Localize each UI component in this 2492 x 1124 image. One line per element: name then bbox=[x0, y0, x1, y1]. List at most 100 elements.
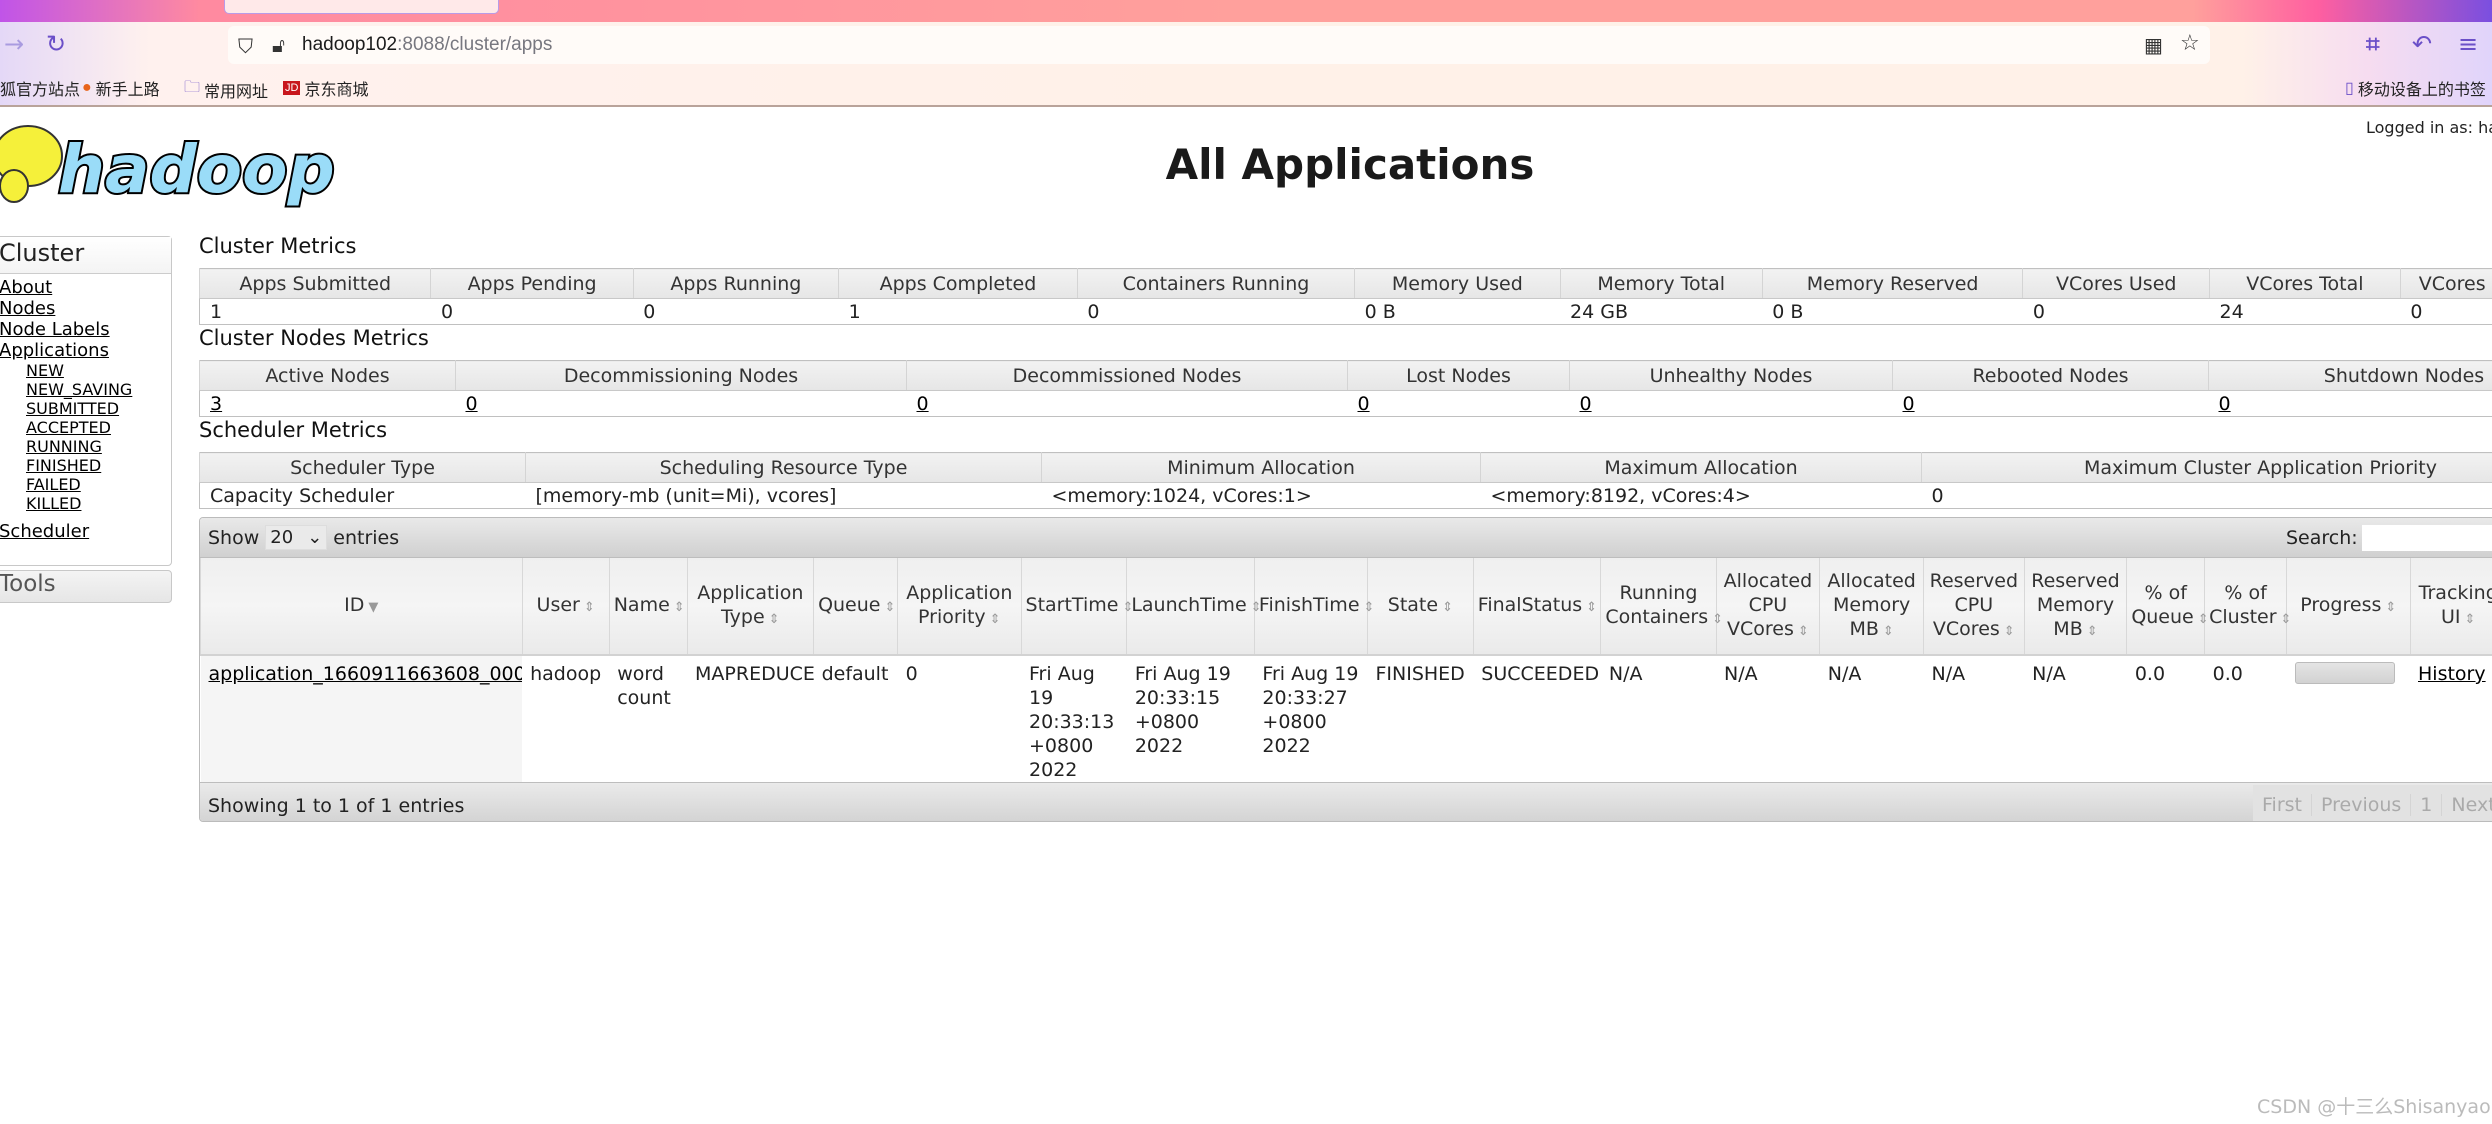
reload-icon[interactable]: ↻ bbox=[46, 30, 66, 58]
bookmark-item[interactable]: JD 京东商城 bbox=[283, 76, 368, 100]
column-header-launchtime[interactable]: LaunchTime ⇕ bbox=[1126, 558, 1262, 656]
column-header-label: Running Containers bbox=[1605, 581, 1709, 628]
column-header: Shutdown Nodes bbox=[2208, 360, 2492, 391]
cell-pct-cluster: 0.0 bbox=[2212, 663, 2243, 685]
insecure-lock-icon[interactable]: 🔓︎ bbox=[272, 33, 285, 57]
column-header-application-priority[interactable]: Application Priority ⇕ bbox=[897, 558, 1022, 656]
metric-link[interactable]: 0 bbox=[1358, 393, 1370, 415]
scheduler-metrics-table: Scheduler Type Scheduling Resource Type Mi… bbox=[199, 452, 2492, 509]
qr-code-icon[interactable]: ▦ bbox=[2144, 33, 2163, 57]
jd-icon: JD bbox=[283, 81, 301, 95]
column-header-reserved-cpu-vcores[interactable]: Reserved CPU VCores ⇕ bbox=[1923, 558, 2025, 656]
column-header-running-containers[interactable]: Running Containers ⇕ bbox=[1600, 558, 1723, 656]
search-input[interactable] bbox=[2361, 525, 2492, 551]
bookmark-item[interactable]: 🗀︎ 常用网址 bbox=[184, 76, 268, 103]
column-header-finishtime[interactable]: FinishTime ⇕ bbox=[1253, 558, 1374, 656]
column-header-label: Name bbox=[613, 593, 670, 616]
sidebar-link-nodes[interactable]: Nodes bbox=[0, 298, 171, 319]
column-header-finalstatus[interactable]: FinalStatus ⇕ bbox=[1472, 558, 1601, 656]
sidebar-heading-cluster[interactable]: Cluster bbox=[0, 237, 171, 274]
metric-link[interactable]: 0 bbox=[917, 393, 929, 415]
application-id-link[interactable]: application_1660911663608_0003 bbox=[209, 663, 523, 685]
column-header: Apps Submitted bbox=[198, 268, 431, 299]
column-header-starttime[interactable]: StartTime ⇕ bbox=[1020, 558, 1133, 656]
pager-previous[interactable]: Previous bbox=[2312, 794, 2412, 816]
pager-first[interactable]: First bbox=[2253, 794, 2312, 816]
url-text[interactable]: hadoop102:8088/cluster/apps bbox=[302, 34, 552, 56]
metric-link[interactable]: 0 bbox=[1580, 393, 1592, 415]
sidebar-state-submitted[interactable]: SUBMITTED bbox=[0, 399, 171, 418]
back-icon[interactable]: → bbox=[4, 30, 24, 58]
sort-icon: ⇕ bbox=[2385, 599, 2397, 615]
sidebar-link-node-labels[interactable]: Node Labels bbox=[0, 319, 171, 340]
sidebar-state-new_saving[interactable]: NEW_SAVING bbox=[0, 380, 171, 399]
metric-value: <memory:1024, vCores:1> bbox=[1051, 484, 1312, 507]
sidebar-state-failed[interactable]: FAILED bbox=[0, 475, 171, 494]
sidebar-link-scheduler[interactable]: Scheduler bbox=[0, 521, 171, 542]
table-row: application_1660911663608_0003 hadoop word… bbox=[200, 655, 2492, 782]
sort-icon: ⇕ bbox=[768, 611, 780, 627]
tracking-ui-link[interactable]: History bbox=[2418, 663, 2486, 685]
screenshot-crop-icon[interactable]: ⌗ bbox=[2366, 30, 2380, 58]
bookmark-item[interactable]: 狐官方站点 bbox=[0, 76, 80, 100]
sidebar-heading-tools[interactable]: Tools bbox=[0, 570, 172, 603]
column-header-state[interactable]: State ⇕ bbox=[1366, 558, 1474, 656]
column-header-allocated-memory-mb[interactable]: Allocated Memory MB ⇕ bbox=[1819, 558, 1924, 656]
metric-value: 0 B bbox=[1364, 300, 1396, 323]
metric-link[interactable]: 0 bbox=[466, 393, 478, 415]
column-header-reserved-memory-mb[interactable]: Reserved Memory MB ⇕ bbox=[2023, 558, 2127, 656]
sidebar-state-running[interactable]: RUNNING bbox=[0, 437, 171, 456]
column-header-label: State bbox=[1387, 593, 1439, 616]
browser-tab[interactable] bbox=[224, 0, 499, 14]
sidebar-state-new[interactable]: NEW bbox=[0, 361, 171, 380]
metric-link[interactable]: 3 bbox=[210, 393, 222, 415]
menu-icon[interactable]: ≡ bbox=[2458, 30, 2478, 58]
metric-link[interactable]: 0 bbox=[2219, 393, 2231, 415]
column-header--of-cluster[interactable]: % of Cluster ⇕ bbox=[2204, 558, 2291, 656]
sort-icon: ⇕ bbox=[1586, 599, 1598, 615]
sidebar-state-finished[interactable]: FINISHED bbox=[0, 456, 171, 475]
metric-link[interactable]: 0 bbox=[1903, 393, 1915, 415]
mobile-bookmarks[interactable]: ▯ 移动设备上的书签 bbox=[2345, 76, 2486, 100]
bookmark-label: 京东商城 bbox=[304, 82, 369, 99]
column-header-allocated-cpu-vcores[interactable]: Allocated CPU VCores ⇕ bbox=[1715, 558, 1820, 656]
sidebar-link-applications[interactable]: Applications bbox=[0, 340, 171, 361]
column-header-user[interactable]: User ⇕ bbox=[521, 558, 610, 656]
page-length-select[interactable]: 20 ⌄ bbox=[265, 525, 328, 550]
bookmark-item[interactable]: ● 新手上路 bbox=[82, 76, 160, 100]
column-header-label: Tracking UI bbox=[2418, 581, 2492, 628]
column-header: Decommissioning Nodes bbox=[455, 360, 907, 391]
pager-next[interactable]: Next bbox=[2442, 794, 2492, 816]
column-header: Decommissioned Nodes bbox=[906, 360, 1348, 391]
column-header-tracking-ui[interactable]: Tracking UI ⇕ bbox=[2409, 558, 2492, 656]
column-header-application-type[interactable]: Application Type ⇕ bbox=[686, 558, 814, 656]
firefox-icon: ● bbox=[82, 79, 92, 96]
sidebar-state-killed[interactable]: KILLED bbox=[0, 494, 171, 513]
folder-icon: 🗀︎ bbox=[184, 79, 201, 96]
metric-value: [memory-mb (unit=Mi), vcores] bbox=[535, 484, 837, 507]
header-row: Active Nodes Decommissioning Nodes Decommi… bbox=[199, 360, 2492, 391]
column-header--of-queue[interactable]: % of Queue ⇕ bbox=[2126, 558, 2209, 656]
sidebar-state-accepted[interactable]: ACCEPTED bbox=[0, 418, 171, 437]
column-header-queue[interactable]: Queue ⇕ bbox=[813, 558, 898, 656]
page-title: All Applications bbox=[1165, 140, 1535, 189]
cell-user: hadoop bbox=[530, 663, 602, 685]
column-header-label: ID bbox=[344, 593, 365, 616]
logged-in-user: Logged in as: ha bbox=[2366, 118, 2492, 137]
star-icon[interactable]: ☆ bbox=[2180, 31, 2200, 56]
pager-1[interactable]: 1 bbox=[2411, 794, 2443, 816]
column-header-id[interactable]: ID ▼ bbox=[200, 558, 523, 656]
column-header-name[interactable]: Name ⇕ bbox=[608, 558, 688, 656]
sort-icon: ⇕ bbox=[2197, 611, 2209, 627]
metric-value: 0 bbox=[456, 391, 907, 417]
sidebar-link-about[interactable]: About bbox=[0, 277, 171, 298]
cell-pct-queue: 0.0 bbox=[2134, 663, 2166, 685]
column-header: Maximum Allocation bbox=[1480, 452, 1922, 483]
column-header-label: LaunchTime bbox=[1131, 593, 1247, 616]
url-path: :8088/cluster/apps bbox=[397, 34, 553, 55]
data-row: Capacity Scheduler [memory-mb (unit=Mi), … bbox=[200, 483, 2492, 509]
shield-icon[interactable]: ⛉ bbox=[238, 34, 253, 58]
cell-type: MAPREDUCE bbox=[695, 663, 814, 685]
undo-icon[interactable]: ↶ bbox=[2412, 30, 2432, 58]
column-header-progress[interactable]: Progress ⇕ bbox=[2286, 558, 2410, 656]
